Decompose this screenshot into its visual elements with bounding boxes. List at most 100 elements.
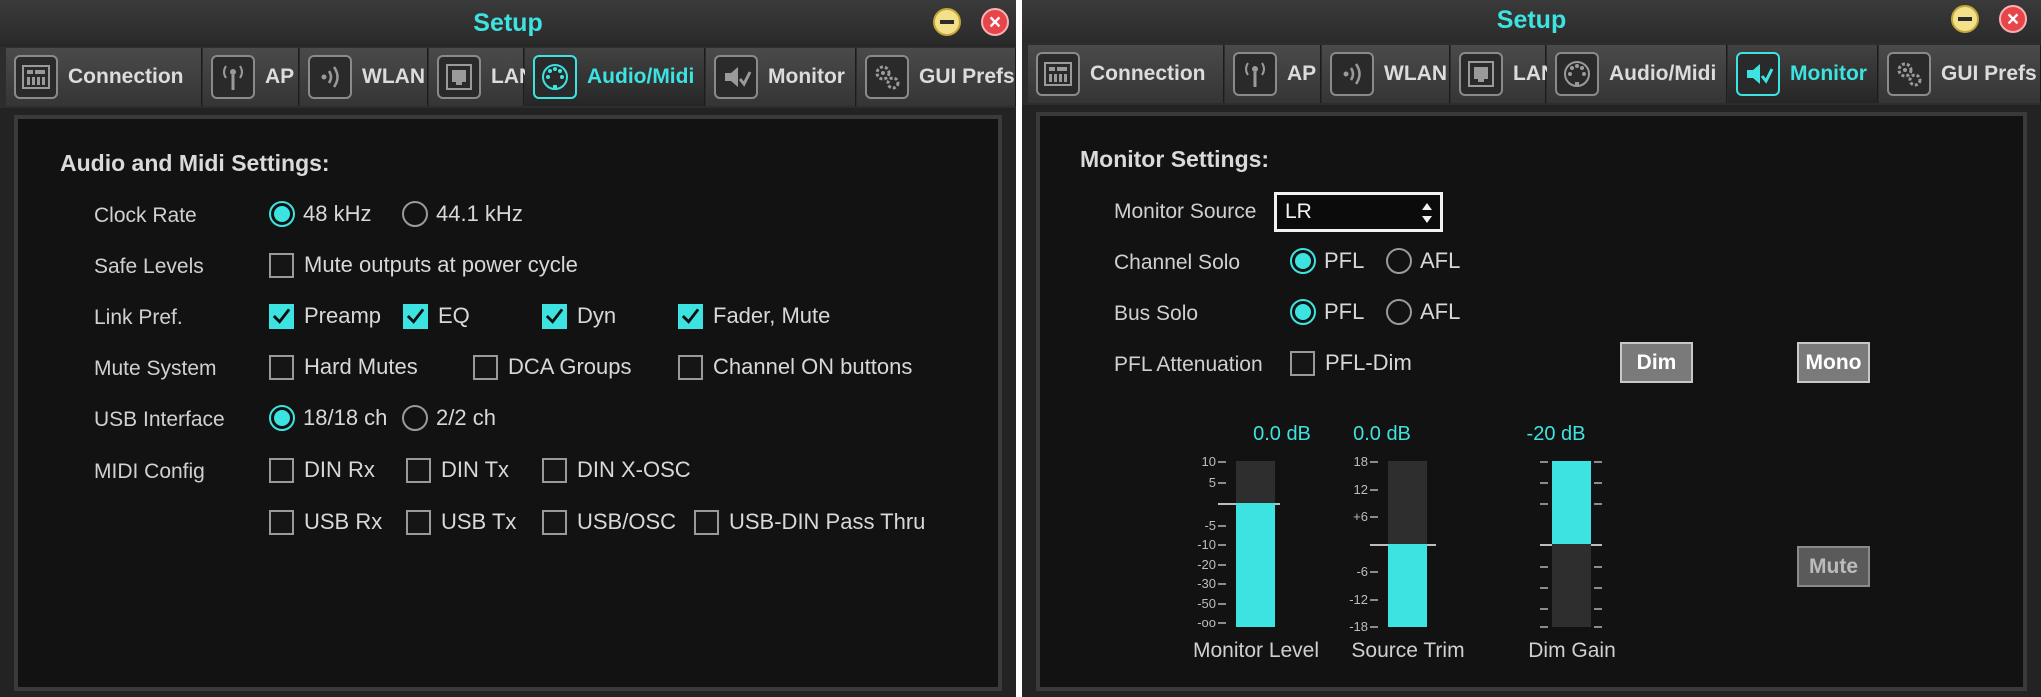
monitor-source-label: Monitor Source bbox=[1114, 200, 1257, 223]
monitor-settings-panel: Monitor Settings: Monitor Source LR Chan… bbox=[1036, 112, 2027, 691]
dim-button[interactable]: Dim bbox=[1620, 342, 1693, 383]
minimize-button[interactable] bbox=[1951, 5, 1979, 33]
usb-tx-checkbox[interactable]: USB Tx bbox=[406, 509, 516, 535]
option-label: USB Tx bbox=[441, 509, 517, 534]
mono-button[interactable]: Mono bbox=[1797, 342, 1870, 383]
tab-gui-prefs[interactable]: GUI Prefs bbox=[857, 48, 1016, 106]
checkbox-box bbox=[542, 457, 567, 483]
channel-on-buttons-checkbox[interactable]: Channel ON buttons bbox=[678, 354, 912, 380]
checkbox-box bbox=[678, 303, 703, 329]
din-tx-checkbox[interactable]: DIN Tx bbox=[406, 457, 509, 483]
tab-connection[interactable]: Connection bbox=[1028, 45, 1224, 103]
scale-tick bbox=[1218, 525, 1226, 527]
option-label: DIN X-OSC bbox=[577, 457, 691, 482]
bus-solo-afl-radio[interactable]: AFL bbox=[1386, 299, 1460, 325]
scale-label: -30 bbox=[1197, 576, 1216, 591]
scale-tick bbox=[1218, 622, 1226, 624]
minimize-button[interactable] bbox=[933, 8, 961, 36]
source-trim-fader[interactable] bbox=[1388, 461, 1427, 627]
usb-rx-checkbox[interactable]: USB Rx bbox=[269, 509, 382, 535]
dim-gain-fader[interactable] bbox=[1552, 461, 1591, 627]
option-label: AFL bbox=[1420, 248, 1461, 273]
link-pref-label: Link Pref. bbox=[94, 306, 183, 329]
option-label: EQ bbox=[438, 303, 470, 328]
scale-label: 5 bbox=[1208, 475, 1216, 490]
pfl-attenuation-label: PFL Attenuation bbox=[1114, 353, 1263, 376]
usb-18ch-radio[interactable]: 18/18 ch bbox=[269, 405, 387, 431]
title-bar: Setup × bbox=[1022, 0, 2041, 45]
source-trim-value: 0.0 dB bbox=[1353, 423, 1411, 445]
usb-din-pass-thru-checkbox[interactable]: USB-DIN Pass Thru bbox=[694, 509, 925, 535]
scale-tick bbox=[1540, 566, 1548, 568]
hard-mutes-checkbox[interactable]: Hard Mutes bbox=[269, 354, 418, 380]
gears-icon bbox=[1887, 52, 1931, 96]
monitor-level-fader[interactable] bbox=[1236, 461, 1275, 627]
scale-tick bbox=[1594, 566, 1602, 568]
mute-outputs-checkbox[interactable]: Mute outputs at power cycle bbox=[269, 252, 578, 278]
scale-tick bbox=[1594, 482, 1602, 484]
tab-lan[interactable]: LAN bbox=[429, 48, 534, 106]
close-button[interactable]: × bbox=[981, 8, 1009, 36]
scale-tick bbox=[1218, 603, 1226, 605]
link-eq-checkbox[interactable]: EQ bbox=[403, 303, 470, 329]
option-label: DIN Rx bbox=[304, 457, 375, 482]
scale-label: 12 bbox=[1353, 482, 1368, 497]
scale-label: -6 bbox=[1356, 564, 1368, 579]
scale-tick bbox=[1540, 608, 1548, 610]
scale-tick bbox=[1218, 583, 1226, 585]
channel-solo-pfl-radio[interactable]: PFL bbox=[1290, 248, 1364, 274]
scale-tick bbox=[1218, 544, 1226, 546]
option-label: Fader, Mute bbox=[713, 303, 831, 328]
din-rx-checkbox[interactable]: DIN Rx bbox=[269, 457, 375, 483]
tab-monitor[interactable]: Monitor bbox=[1728, 45, 1878, 103]
link-dyn-checkbox[interactable]: Dyn bbox=[542, 303, 616, 329]
tab-lan[interactable]: LAN bbox=[1451, 45, 1556, 103]
monitor-level-fill bbox=[1236, 503, 1275, 627]
tab-monitor[interactable]: Monitor bbox=[706, 48, 856, 106]
wlan-icon bbox=[308, 55, 352, 99]
mute-system-label: Mute System bbox=[94, 357, 217, 380]
pfl-dim-checkbox[interactable]: PFL-Dim bbox=[1290, 350, 1412, 376]
tab-ap[interactable]: AP bbox=[1225, 45, 1321, 103]
mute-button[interactable]: Mute bbox=[1797, 546, 1870, 587]
antenna-icon bbox=[211, 55, 255, 99]
option-label: Hard Mutes bbox=[304, 354, 418, 379]
link-preamp-checkbox[interactable]: Preamp bbox=[269, 303, 381, 329]
option-label: PFL-Dim bbox=[1325, 350, 1412, 375]
scale-label: 18 bbox=[1353, 454, 1368, 469]
scale-tick bbox=[1540, 587, 1548, 589]
scale-label: -oo bbox=[1197, 615, 1216, 630]
selected-value: LR bbox=[1285, 200, 1312, 223]
usb-2ch-radio[interactable]: 2/2 ch bbox=[402, 405, 496, 431]
monitor-source-select[interactable]: LR bbox=[1274, 192, 1443, 232]
connection-icon bbox=[14, 55, 58, 99]
scale-tick bbox=[1370, 461, 1378, 463]
channel-solo-afl-radio[interactable]: AFL bbox=[1386, 248, 1460, 274]
tab-gui-prefs[interactable]: GUI Prefs bbox=[1879, 45, 2041, 103]
tab-wlan[interactable]: WLAN bbox=[300, 48, 428, 106]
clock-48khz-radio[interactable]: 48 kHz bbox=[269, 201, 371, 227]
dca-groups-checkbox[interactable]: DCA Groups bbox=[473, 354, 632, 380]
tab-audio-midi[interactable]: Audio/Midi bbox=[525, 48, 705, 106]
close-button[interactable]: × bbox=[1999, 5, 2027, 33]
midi-din-icon bbox=[533, 55, 577, 99]
bus-solo-pfl-radio[interactable]: PFL bbox=[1290, 299, 1364, 325]
link-fader-mute-checkbox[interactable]: Fader, Mute bbox=[678, 303, 830, 329]
radio-indicator bbox=[402, 201, 428, 227]
clock-44khz-radio[interactable]: 44.1 kHz bbox=[402, 201, 523, 227]
tab-audio-midi[interactable]: Audio/Midi bbox=[1547, 45, 1727, 103]
usb-osc-checkbox[interactable]: USB/OSC bbox=[542, 509, 676, 535]
scale-tick bbox=[1218, 461, 1226, 463]
monitor-speaker-icon bbox=[714, 55, 758, 99]
tab-label: AP bbox=[1287, 62, 1317, 85]
tab-ap[interactable]: AP bbox=[203, 48, 299, 106]
din-x-osc-checkbox[interactable]: DIN X-OSC bbox=[542, 457, 691, 483]
midi-din-icon bbox=[1555, 52, 1599, 96]
option-label: PFL bbox=[1324, 299, 1365, 324]
tab-label: AP bbox=[265, 65, 295, 88]
scale-tick bbox=[1540, 482, 1548, 484]
scale-tick bbox=[1594, 626, 1602, 628]
radio-indicator bbox=[1386, 248, 1412, 274]
tab-wlan[interactable]: WLAN bbox=[1322, 45, 1450, 103]
tab-connection[interactable]: Connection bbox=[6, 48, 202, 106]
